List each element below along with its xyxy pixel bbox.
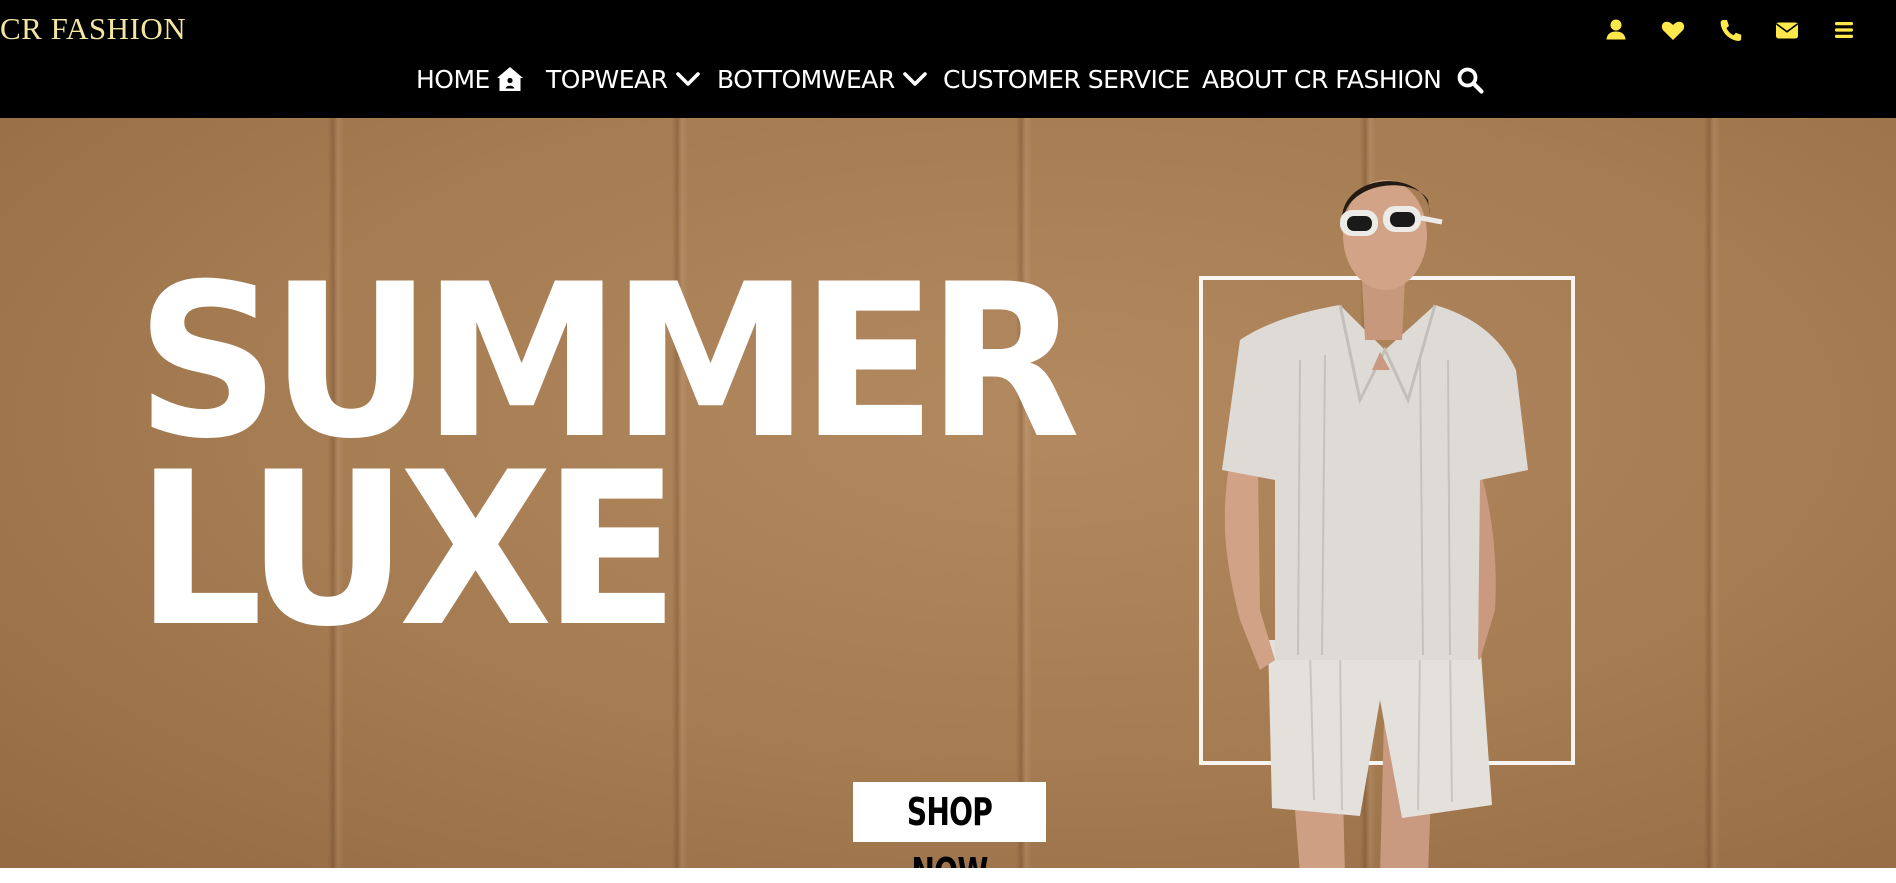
nav-item-about-label: ABOUT CR FASHION xyxy=(1202,65,1442,94)
hero-model-image xyxy=(1180,140,1580,868)
site-header: CR FASHION HOME TOPWEAR BOTTOMWEAR CUSTO… xyxy=(0,0,1896,118)
header-icon-bar xyxy=(1600,14,1870,46)
nav-item-topwear-label: TOPWEAR xyxy=(546,65,668,94)
shop-now-button[interactable]: SHOP NOW xyxy=(853,782,1046,868)
chevron-down-icon xyxy=(900,65,930,93)
nav-item-customer-service[interactable]: CUSTOMER SERVICE xyxy=(943,60,1190,100)
nav-item-home[interactable]: HOME xyxy=(416,60,525,100)
home-icon xyxy=(495,65,525,93)
nav-item-bottomwear[interactable]: BOTTOMWEAR xyxy=(717,60,930,100)
nav-item-topwear[interactable]: TOPWEAR xyxy=(546,60,703,100)
search-icon[interactable] xyxy=(1455,65,1485,95)
nav-item-home-label: HOME xyxy=(416,65,490,94)
hero-headline: SUMMER LUXE xyxy=(136,256,1081,656)
nav-item-about[interactable]: ABOUT CR FASHION xyxy=(1202,60,1442,100)
user-icon[interactable] xyxy=(1600,14,1632,46)
menu-icon[interactable] xyxy=(1828,14,1860,46)
shop-now-label: SHOP NOW xyxy=(906,790,993,868)
brand-logo[interactable]: CR FASHION xyxy=(0,10,186,48)
chevron-down-icon xyxy=(673,65,703,93)
phone-icon[interactable] xyxy=(1714,14,1746,46)
main-nav: HOME TOPWEAR BOTTOMWEAR CUSTOMER SERVICE… xyxy=(0,60,1896,100)
hero-banner: SUMMER LUXE SHOP xyxy=(0,118,1896,868)
envelope-icon[interactable] xyxy=(1771,14,1803,46)
nav-item-bottomwear-label: BOTTOMWEAR xyxy=(717,65,895,94)
nav-item-customer-service-label: CUSTOMER SERVICE xyxy=(943,65,1190,94)
heart-icon[interactable] xyxy=(1657,14,1689,46)
